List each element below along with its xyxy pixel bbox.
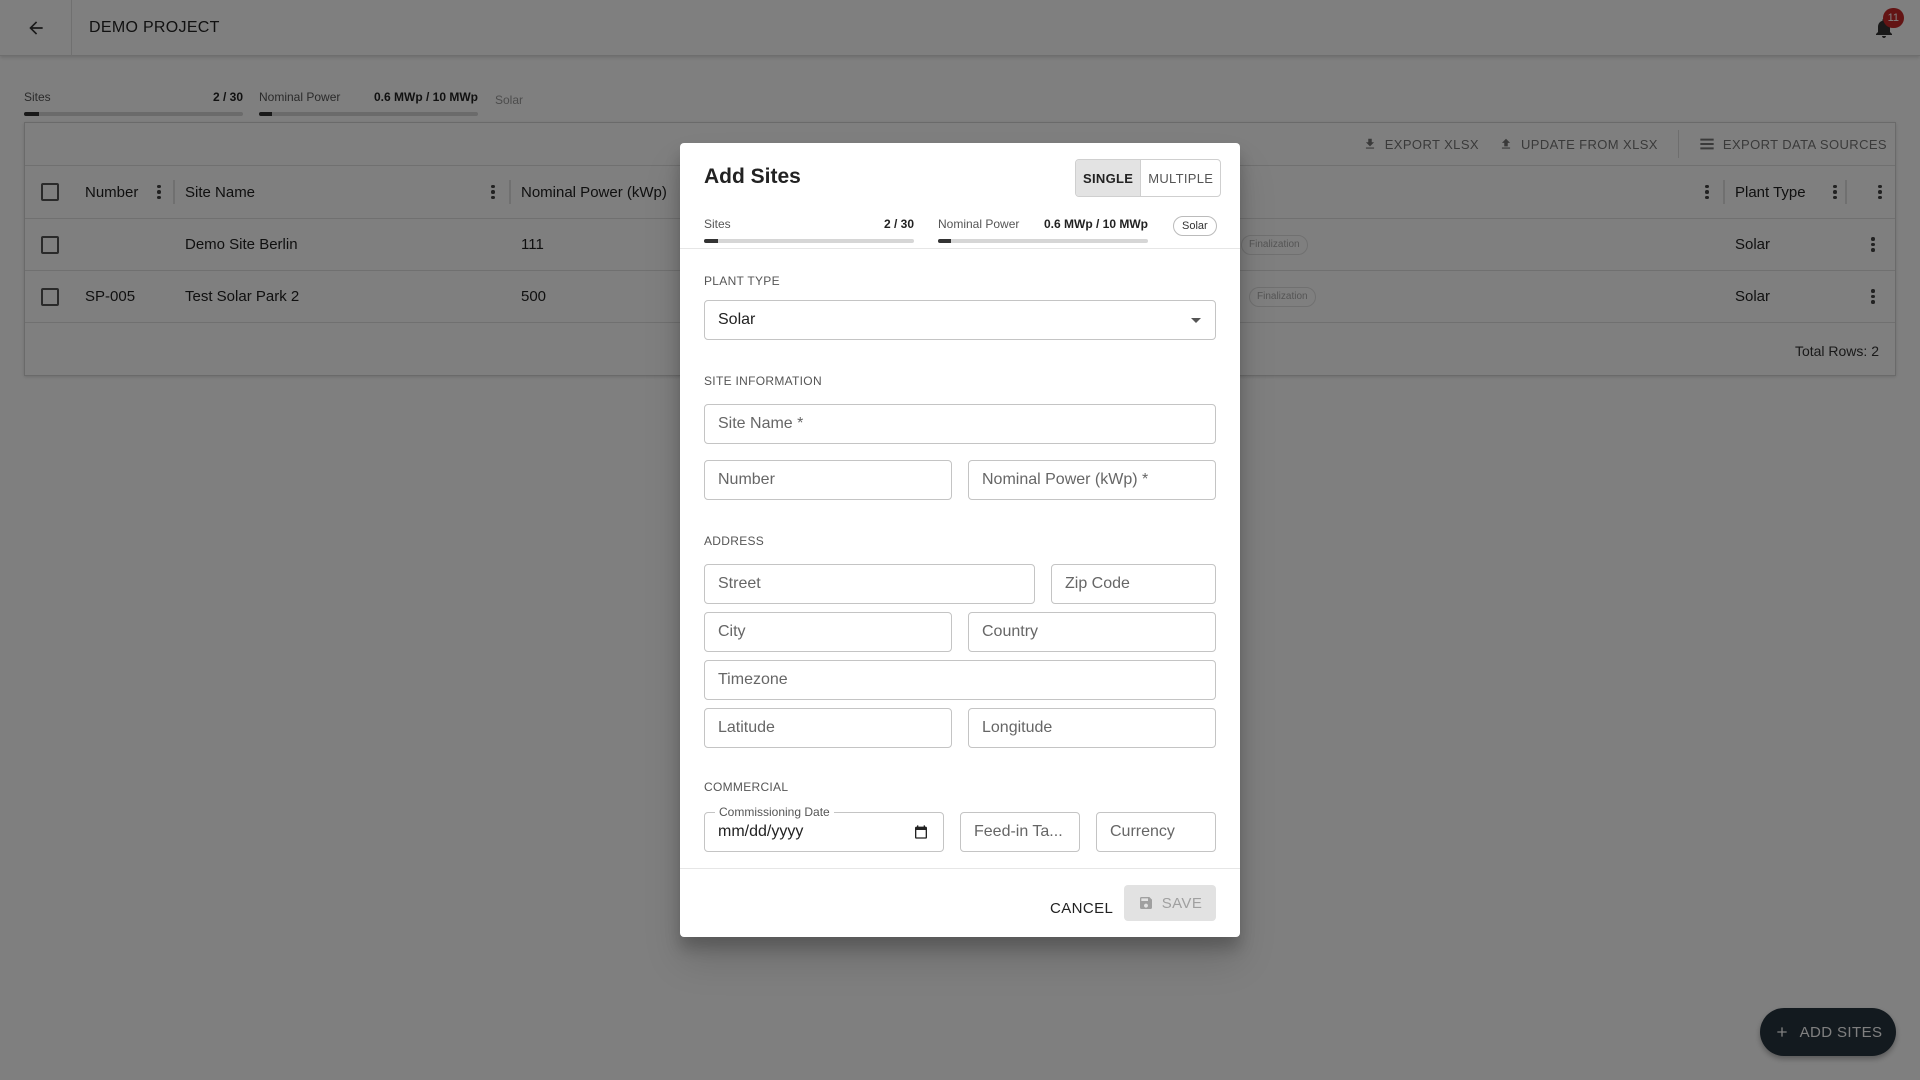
city-field[interactable] <box>704 612 952 652</box>
mode-single-button[interactable]: SINGLE <box>1076 160 1142 196</box>
timezone-field[interactable] <box>704 660 1216 700</box>
feed-in-tariff-input[interactable] <box>961 813 1079 851</box>
dialog-stats: Sites 2 / 30 Nominal Power 0.6 MWp / 10 … <box>704 215 1216 243</box>
plant-type-section-title: PLANT TYPE <box>704 274 780 288</box>
dialog-power-progress <box>938 239 1148 243</box>
zip-code-field[interactable] <box>1051 564 1216 604</box>
city-input[interactable] <box>705 613 951 651</box>
footer-divider <box>680 868 1240 869</box>
dialog-sites-stat: Sites 2 / 30 <box>704 215 914 243</box>
nominal-power-field[interactable] <box>968 460 1216 500</box>
commissioning-date-field[interactable]: Commissioning Date mm/dd/yyyy <box>704 805 944 852</box>
dialog-sites-value: 2 / 30 <box>883 217 914 231</box>
currency-field[interactable] <box>1096 812 1216 852</box>
longitude-field[interactable] <box>968 708 1216 748</box>
latitude-input[interactable] <box>705 709 951 747</box>
save-label: SAVE <box>1161 894 1203 912</box>
country-input[interactable] <box>969 613 1215 651</box>
plant-type-chip: Solar <box>1173 216 1217 236</box>
nominal-power-input[interactable] <box>969 461 1215 499</box>
longitude-input[interactable] <box>969 709 1215 747</box>
dialog-power-stat: Nominal Power 0.6 MWp / 10 MWp <box>938 215 1148 243</box>
mode-multiple-button[interactable]: MULTIPLE <box>1141 160 1220 196</box>
save-icon <box>1139 897 1152 909</box>
add-sites-dialog: Add Sites SINGLE MULTIPLE Sites 2 / 30 N… <box>680 143 1240 937</box>
dropdown-arrow-icon <box>1191 318 1201 323</box>
timezone-input[interactable] <box>705 661 1215 699</box>
dialog-title: Add Sites <box>704 165 801 188</box>
country-field[interactable] <box>968 612 1216 652</box>
calendar-icon[interactable] <box>913 824 929 840</box>
site-name-field[interactable] <box>704 404 1216 444</box>
number-field[interactable] <box>704 460 952 500</box>
site-name-input[interactable] <box>705 405 1215 443</box>
dialog-power-value: 0.6 MWp / 10 MWp <box>1043 217 1148 231</box>
dialog-sites-progress-fill <box>704 239 718 243</box>
plant-type-select-value: Solar <box>718 311 756 328</box>
zip-code-input[interactable] <box>1052 565 1215 603</box>
address-section-title: ADDRESS <box>704 534 765 548</box>
latitude-field[interactable] <box>704 708 952 748</box>
cancel-button[interactable]: CANCEL <box>1042 890 1121 926</box>
dialog-power-progress-fill <box>938 239 951 243</box>
commercial-section-title: COMMERCIAL <box>704 780 789 794</box>
dialog-sites-label: Sites <box>704 217 731 231</box>
plant-type-select[interactable]: Solar <box>704 300 1216 340</box>
dialog-sites-progress <box>704 239 914 243</box>
dialog-power-label: Nominal Power <box>938 217 1020 231</box>
street-field[interactable] <box>704 564 1035 604</box>
header-divider <box>680 248 1240 249</box>
feed-in-tariff-field[interactable] <box>960 812 1080 852</box>
commissioning-date-label: Commissioning Date <box>715 805 834 819</box>
currency-input[interactable] <box>1097 813 1215 851</box>
street-input[interactable] <box>705 565 1034 603</box>
number-input[interactable] <box>705 461 951 499</box>
site-information-section-title: SITE INFORMATION <box>704 374 822 388</box>
save-button[interactable]: SAVE <box>1124 885 1216 921</box>
mode-toggle: SINGLE MULTIPLE <box>1075 159 1222 197</box>
commissioning-date-value: mm/dd/yyyy <box>718 823 804 840</box>
